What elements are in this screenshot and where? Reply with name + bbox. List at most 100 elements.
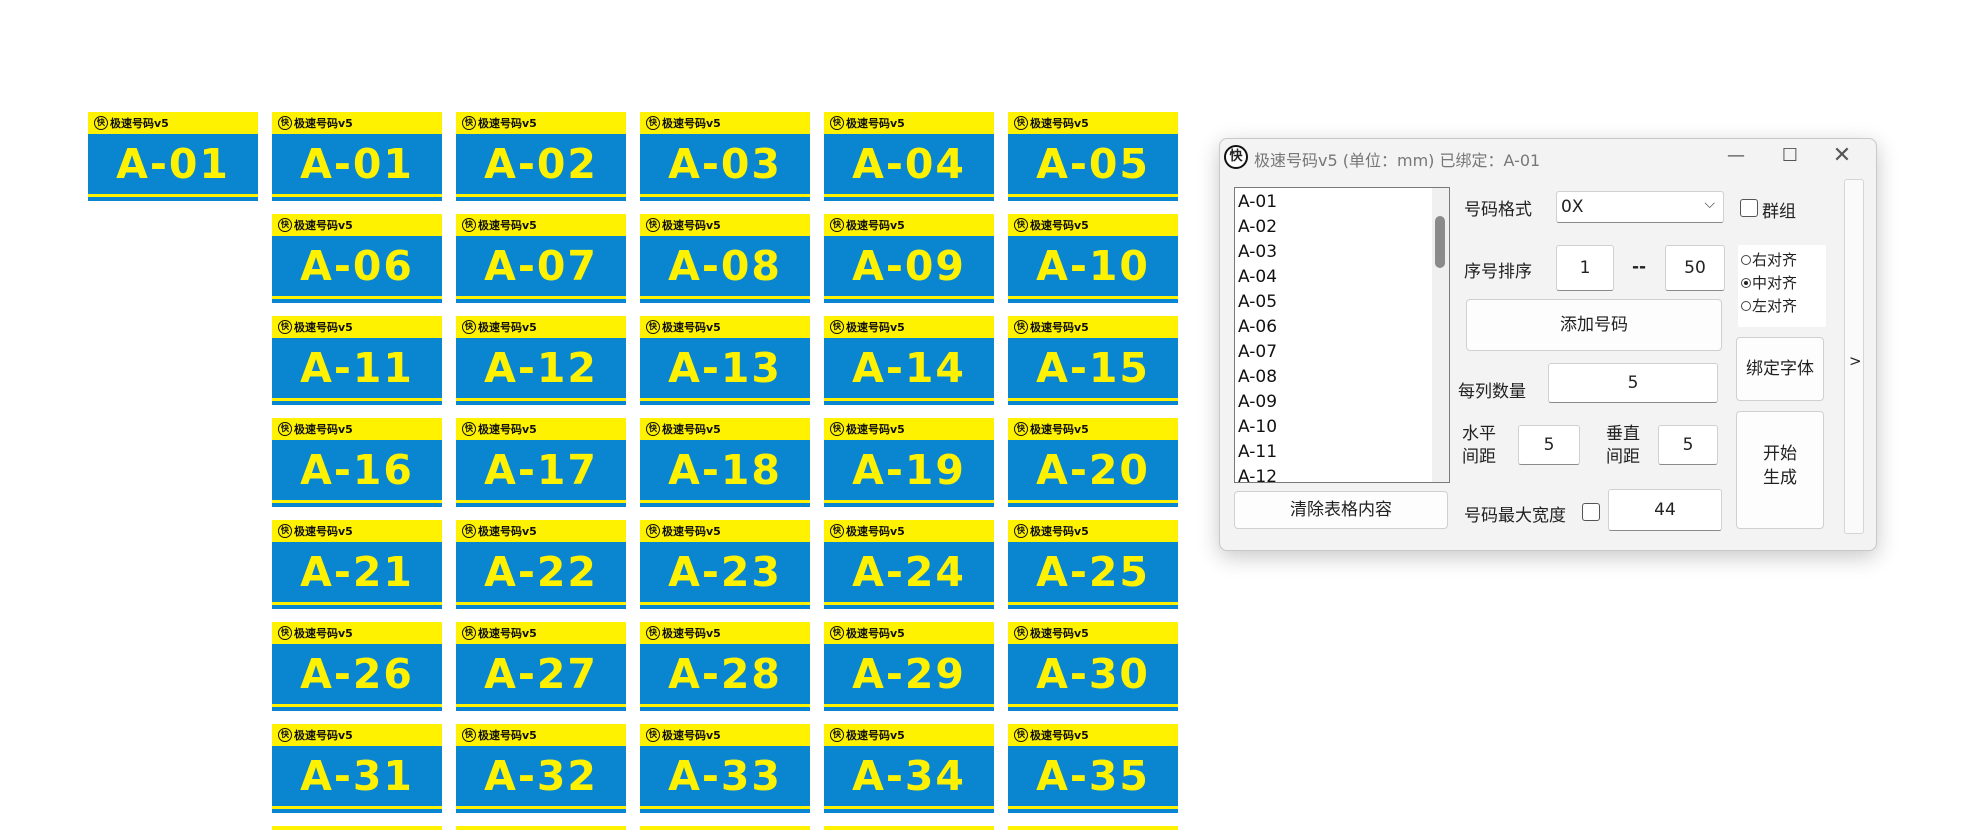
tile-logo-icon: 快 bbox=[462, 116, 476, 130]
tile-number: A-32 bbox=[484, 752, 598, 800]
tile-logo-icon: 快 bbox=[646, 626, 660, 640]
tile-header: 快极速号码v5 bbox=[1008, 418, 1178, 440]
clear-table-button[interactable]: 清除表格内容 bbox=[1234, 491, 1448, 529]
tile-header: 快极速号码v5 bbox=[1008, 112, 1178, 134]
tile-header: 快极速号码v5 bbox=[1008, 520, 1178, 542]
number-tile: 快极速号码v5 A-30 bbox=[1008, 622, 1178, 711]
format-select[interactable]: 0X ⌵ bbox=[1556, 191, 1724, 223]
side-panel-strip[interactable]: > bbox=[1844, 179, 1864, 534]
list-item[interactable]: A-06 bbox=[1238, 315, 1277, 340]
tile-logo-icon: 快 bbox=[278, 218, 292, 232]
number-tile: 快极速号码v5 A-17 bbox=[456, 418, 626, 507]
alignment-radio-group: 右对齐中对齐左对齐 bbox=[1738, 245, 1826, 327]
tile-number: A-30 bbox=[1036, 650, 1150, 698]
list-item[interactable]: A-05 bbox=[1238, 290, 1277, 315]
list-item[interactable]: A-12 bbox=[1238, 465, 1277, 482]
minimize-icon[interactable]: — bbox=[1714, 143, 1758, 169]
tile-logo-icon: 快 bbox=[462, 320, 476, 334]
tile-number: A-23 bbox=[668, 548, 782, 596]
tile-stripe bbox=[824, 704, 994, 707]
tile-number: A-01 bbox=[300, 140, 414, 188]
tile-number: A-10 bbox=[1036, 242, 1150, 290]
tile-brand: 极速号码v5 bbox=[1030, 525, 1089, 538]
tile-number: A-15 bbox=[1036, 344, 1150, 392]
max-width-input[interactable]: 44 bbox=[1608, 489, 1722, 531]
tile-header: 快极速号码v5 bbox=[272, 520, 442, 542]
tile-logo-icon: 快 bbox=[830, 218, 844, 232]
tile-stripe bbox=[456, 296, 626, 299]
align-option[interactable]: 左对齐 bbox=[1741, 295, 1797, 316]
tile-stripe bbox=[1008, 704, 1178, 707]
maximize-icon[interactable]: ☐ bbox=[1768, 143, 1812, 169]
title-bar[interactable]: 快 极速号码v5 (单位：mm) 已绑定：A-01 — ☐ ✕ bbox=[1220, 139, 1876, 173]
radio-icon[interactable] bbox=[1741, 277, 1751, 288]
tile-logo-icon: 快 bbox=[278, 422, 292, 436]
list-item[interactable]: A-01 bbox=[1238, 190, 1277, 215]
seq-to-input[interactable]: 50 bbox=[1665, 245, 1725, 291]
tile-brand: 极速号码v5 bbox=[478, 627, 537, 640]
bind-font-button[interactable]: 绑定字体 bbox=[1736, 337, 1824, 401]
radio-icon[interactable] bbox=[1741, 254, 1751, 265]
tile-brand: 极速号码v5 bbox=[662, 219, 721, 232]
close-icon[interactable]: ✕ bbox=[1820, 143, 1864, 169]
tile-number: A-07 bbox=[484, 242, 598, 290]
tile-stripe bbox=[1008, 500, 1178, 503]
align-option[interactable]: 右对齐 bbox=[1741, 249, 1797, 270]
add-number-button[interactable]: 添加号码 bbox=[1466, 299, 1722, 351]
start-generate-button[interactable]: 开始生成 bbox=[1736, 411, 1824, 529]
tile-logo-icon: 快 bbox=[646, 524, 660, 538]
number-tile: 快极速号码v5 A-35 bbox=[1008, 724, 1178, 813]
tile-number: A-04 bbox=[852, 140, 966, 188]
seq-from-input[interactable]: 1 bbox=[1556, 245, 1614, 291]
tile-number: A-03 bbox=[668, 140, 782, 188]
align-option-label: 中对齐 bbox=[1752, 274, 1798, 292]
chevron-down-icon: ⌵ bbox=[1704, 196, 1715, 212]
list-item[interactable]: A-11 bbox=[1238, 440, 1277, 465]
tile-brand: 极速号码v5 bbox=[478, 219, 537, 232]
list-item[interactable]: A-03 bbox=[1238, 240, 1277, 265]
tile-logo-icon: 快 bbox=[646, 116, 660, 130]
tile-number: A-24 bbox=[852, 548, 966, 596]
list-item[interactable]: A-09 bbox=[1238, 390, 1277, 415]
tile-header: 快极速号码v5 bbox=[1008, 724, 1178, 746]
align-option[interactable]: 中对齐 bbox=[1741, 272, 1797, 293]
h-gap-label: 水平间距 bbox=[1462, 424, 1496, 467]
tile-brand: 极速号码v5 bbox=[1030, 117, 1089, 130]
tile-brand: 极速号码v5 bbox=[662, 729, 721, 742]
list-scrollbar[interactable] bbox=[1432, 188, 1449, 482]
max-width-checkbox[interactable] bbox=[1582, 503, 1600, 521]
tile-brand: 极速号码v5 bbox=[110, 117, 169, 130]
list-item[interactable]: A-07 bbox=[1238, 340, 1277, 365]
group-checkbox[interactable] bbox=[1740, 199, 1758, 217]
tile-logo-icon: 快 bbox=[830, 524, 844, 538]
number-listbox[interactable]: A-01 A-02 A-03 A-04 A-05 A-06 A-07 A-08 A-09 A-10… bbox=[1234, 187, 1450, 483]
tile-number: A-17 bbox=[484, 446, 598, 494]
tile-stripe bbox=[272, 806, 442, 809]
list-item[interactable]: A-10 bbox=[1238, 415, 1277, 440]
tile-header: 快极速号码v5 bbox=[824, 214, 994, 236]
tile-stripe bbox=[824, 500, 994, 503]
tile-header: 快极速号码v5 bbox=[640, 724, 810, 746]
radio-icon[interactable] bbox=[1741, 300, 1751, 311]
list-item[interactable]: A-08 bbox=[1238, 365, 1277, 390]
list-item[interactable]: A-02 bbox=[1238, 215, 1277, 240]
list-item[interactable]: A-04 bbox=[1238, 265, 1277, 290]
v-gap-input[interactable]: 5 bbox=[1658, 425, 1718, 465]
tile-logo-icon: 快 bbox=[462, 218, 476, 232]
list-scrollbar-thumb[interactable] bbox=[1435, 216, 1445, 268]
tile-number: A-26 bbox=[300, 650, 414, 698]
expand-panel-button[interactable]: > bbox=[1849, 352, 1862, 370]
tile-header: 快极速号码v5 bbox=[824, 316, 994, 338]
tile-header: 快极速号码v5 bbox=[272, 622, 442, 644]
generator-dialog: 快 极速号码v5 (单位：mm) 已绑定：A-01 — ☐ ✕ A-01 A-02… bbox=[1219, 138, 1877, 551]
tile-brand: 极速号码v5 bbox=[294, 525, 353, 538]
tile-brand: 极速号码v5 bbox=[294, 117, 353, 130]
number-tile: 快极速号码v5 A-26 bbox=[272, 622, 442, 711]
tile-header: 快极速号码v5 bbox=[640, 214, 810, 236]
per-column-input[interactable]: 5 bbox=[1548, 363, 1718, 403]
v-gap-label: 垂直间距 bbox=[1606, 424, 1640, 467]
h-gap-input[interactable]: 5 bbox=[1518, 425, 1580, 465]
tile-stripe bbox=[640, 806, 810, 809]
number-tile: 快极速号码v5 A-04 bbox=[824, 112, 994, 201]
tile-header: 快极速号码v5 bbox=[1008, 316, 1178, 338]
